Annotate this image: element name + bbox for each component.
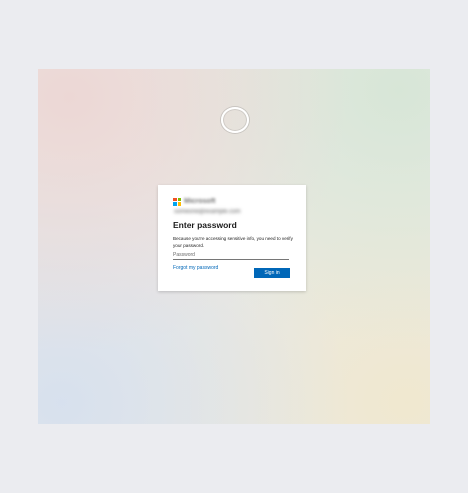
microsoft-logo-icon [173,197,181,206]
account-identity: someone@example.com [174,209,241,215]
password-input[interactable] [173,251,289,260]
dialog-title: Enter password [173,220,237,230]
sign-in-button[interactable]: Sign in [254,268,290,278]
forgot-password-link[interactable]: Forgot my password [173,265,218,271]
brand-header: Microsoft [173,197,216,206]
dialog-description: Because you're accessing sensitive info,… [173,236,293,248]
sign-in-dialog: Microsoft someone@example.com Enter pass… [158,185,306,291]
loading-ring-icon [221,107,249,133]
brand-name: Microsoft [184,198,216,205]
